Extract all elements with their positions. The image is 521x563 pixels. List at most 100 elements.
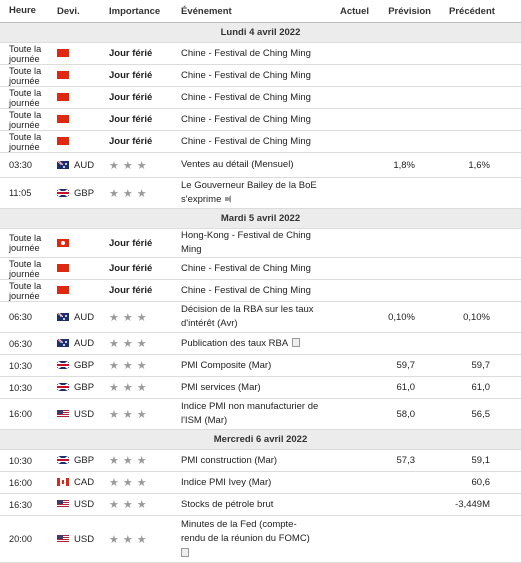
event-name[interactable]: Décision de la RBA sur les taux d'intérêt… <box>179 301 333 333</box>
currency-code: AUD <box>74 311 95 323</box>
time-cell: Toute la journée <box>0 228 55 258</box>
speaker-icon[interactable] <box>225 195 234 204</box>
currency-code: USD <box>74 533 95 545</box>
event-name[interactable]: PMI Composite (Mar) <box>179 354 333 377</box>
time-cell: 16:30 <box>0 493 55 516</box>
forecast-value: 59,7 <box>373 354 447 377</box>
event-name[interactable]: Publication des taux RBA <box>179 332 333 355</box>
event-name[interactable]: Chine - Festival de Ching Ming <box>179 86 333 109</box>
date-row: Lundi 4 avril 2022 <box>0 22 521 43</box>
previous-value: 59,1 <box>447 449 521 472</box>
currency-cell <box>55 257 107 280</box>
time-cell: Toute la journée <box>0 108 55 131</box>
table-row[interactable]: 20:00 USD ★★★ Minutes de la Fed (compte-ren… <box>0 515 521 563</box>
date-label: Mardi 5 avril 2022 <box>0 208 521 229</box>
china-flag-icon <box>57 93 69 102</box>
table-row[interactable]: Toute la journée Jour férié Chine - Festiva… <box>0 64 521 87</box>
event-name[interactable]: Chine - Festival de Ching Ming <box>179 279 333 302</box>
header-previous[interactable]: Précédent <box>447 0 521 23</box>
event-name[interactable]: Chine - Festival de Ching Ming <box>179 257 333 280</box>
table-row[interactable]: Toute la journée Jour férié Chine - Festiva… <box>0 279 521 302</box>
event-name[interactable]: Minutes de la Fed (compte-rendu de la ré… <box>179 515 333 563</box>
importance-stars: ★★★ <box>107 493 179 516</box>
event-name[interactable]: Chine - Festival de Ching Ming <box>179 42 333 65</box>
currency-code: GBP <box>74 187 95 199</box>
currency-cell <box>55 86 107 109</box>
table-row[interactable]: 06:30 AUD ★★★ Publication des taux RBA <box>0 332 521 355</box>
table-row[interactable]: 16:30 USD ★★★ Stocks de pétrole brut -3,449M <box>0 493 521 516</box>
holiday-label: Jour férié <box>107 86 179 109</box>
forecast-value: 1,8% <box>373 152 447 178</box>
date-label: Mercredi 6 avril 2022 <box>0 429 521 450</box>
canada-flag-icon <box>57 478 69 487</box>
event-name[interactable]: Stocks de pétrole brut <box>179 493 333 516</box>
time-cell: 10:30 <box>0 449 55 472</box>
time-cell: 16:00 <box>0 471 55 494</box>
time-cell: Toute la journée <box>0 279 55 302</box>
event-name[interactable]: Chine - Festival de Ching Ming <box>179 64 333 87</box>
currency-code: GBP <box>74 455 95 466</box>
time-cell: Toute la journée <box>0 64 55 87</box>
importance-stars: ★★★ <box>107 471 179 494</box>
uk-flag-icon <box>57 188 69 197</box>
table-row[interactable]: 10:30 GBP ★★★ PMI Composite (Mar) 59,7 59,7 <box>0 354 521 377</box>
table-row[interactable]: 06:30 AUD ★★★ Décision de la RBA sur les ta… <box>0 301 521 333</box>
event-name[interactable]: Indice PMI non manufacturier de l'ISM (Ma… <box>179 398 333 430</box>
table-row[interactable]: Toute la journée Jour férié Chine - Festiva… <box>0 86 521 109</box>
table-row[interactable]: 10:30 GBP ★★★ PMI construction (Mar) 57,3 59,… <box>0 449 521 472</box>
previous-value: 61,0 <box>447 376 521 399</box>
event-line2: s'exprime <box>181 194 222 205</box>
header-currency[interactable]: Devi. <box>55 0 107 23</box>
event-name[interactable]: Indice PMI Ivey (Mar) <box>179 471 333 494</box>
header-actual[interactable]: Actuel <box>333 0 373 23</box>
header-importance[interactable]: Importance <box>107 0 179 23</box>
us-flag-icon <box>57 500 69 509</box>
previous-value: 59,7 <box>447 354 521 377</box>
table-row[interactable]: Toute la journée Jour férié Chine - Festiva… <box>0 130 521 153</box>
previous-value: 1,6% <box>447 152 521 178</box>
time-cell: 16:00 <box>0 398 55 430</box>
event-name[interactable]: Le Gouverneur Bailey de la BoE s'exprime <box>179 177 333 209</box>
table-row[interactable]: Toute la journée Jour férié Chine - Festiva… <box>0 42 521 65</box>
event-name[interactable]: PMI construction (Mar) <box>179 449 333 472</box>
holiday-label: Jour férié <box>107 279 179 302</box>
previous-value: -3,449M <box>447 493 521 516</box>
previous-value: 60,6 <box>447 471 521 494</box>
currency-cell: AUD <box>55 332 107 355</box>
header-time[interactable]: Heure <box>0 0 55 23</box>
table-row[interactable]: 11:05 GBP ★★★ Le Gouverneur Bailey de la Bo… <box>0 177 521 209</box>
table-header: Heure Devi. Importance Événement Actuel … <box>0 0 521 23</box>
table-row[interactable]: Toute la journée Jour férié Hong-Kong - Fes… <box>0 228 521 258</box>
table-row[interactable]: Toute la journée Jour férié Chine - Festiva… <box>0 108 521 131</box>
allday-line1: Toute la <box>9 280 42 291</box>
importance-stars: ★★★ <box>107 152 179 178</box>
allday-line2: journée <box>9 268 40 279</box>
header-forecast[interactable]: Prévision <box>373 0 447 23</box>
event-name[interactable]: Ventes au détail (Mensuel) <box>179 152 333 178</box>
event-line2: d'intérêt (Avr) <box>181 318 238 329</box>
table-row[interactable]: Toute la journée Jour férié Chine - Festiva… <box>0 257 521 280</box>
document-icon[interactable] <box>292 338 301 348</box>
table-row[interactable]: 16:00 USD ★★★ Indice PMI non manufacturier … <box>0 398 521 430</box>
currency-code: CAD <box>74 477 95 488</box>
currency-cell <box>55 42 107 65</box>
time-cell: 06:30 <box>0 301 55 333</box>
currency-cell: AUD <box>55 301 107 333</box>
document-icon[interactable] <box>181 547 189 557</box>
time-cell: Toute la journée <box>0 42 55 65</box>
event-name[interactable]: PMI services (Mar) <box>179 376 333 399</box>
header-event[interactable]: Événement <box>179 0 333 23</box>
currency-cell: AUD <box>55 152 107 178</box>
event-name[interactable]: Chine - Festival de Ching Ming <box>179 108 333 131</box>
time-cell: 06:30 <box>0 332 55 355</box>
table-row[interactable]: 10:30 GBP ★★★ PMI services (Mar) 61,0 61,0 <box>0 376 521 399</box>
allday-line1: Toute la <box>9 233 42 243</box>
table-row[interactable]: 16:00 CAD ★★★ Indice PMI Ivey (Mar) 60,6 <box>0 471 521 494</box>
currency-cell: GBP <box>55 376 107 399</box>
allday-line2: journée <box>9 243 40 253</box>
event-text: Publication des taux RBA <box>181 337 289 349</box>
event-name[interactable]: Hong-Kong - Festival de Ching Ming <box>179 228 333 258</box>
event-name[interactable]: Chine - Festival de Ching Ming <box>179 130 333 153</box>
currency-code: GBP <box>74 382 95 393</box>
table-row[interactable]: 03:30 AUD ★★★ Ventes au détail (Mensuel) 1,8… <box>0 152 521 178</box>
